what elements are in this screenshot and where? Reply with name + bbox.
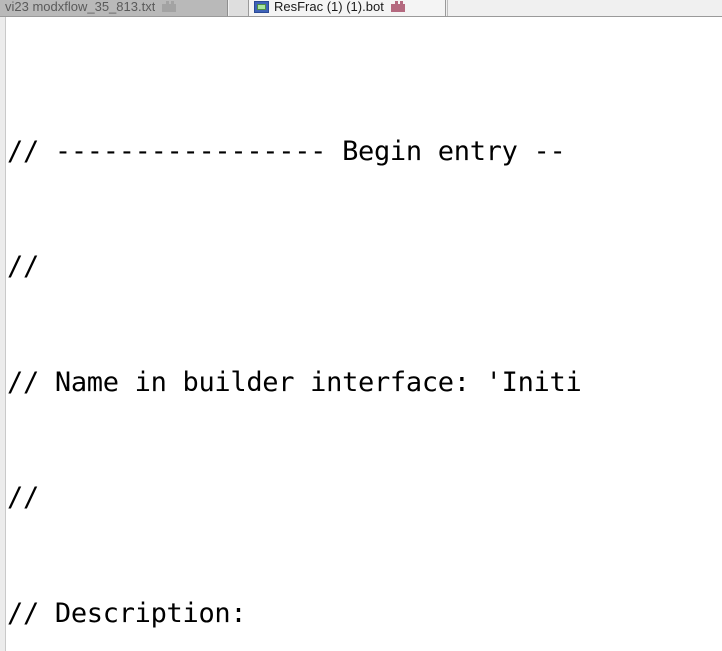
code-line-text: // ----------------- Begin entry -- — [7, 135, 566, 167]
tab-active-resfrac[interactable]: ResFrac (1) (1).bot — [248, 0, 446, 16]
code-line-text: // — [7, 251, 39, 282]
tab-bar-gap — [229, 0, 248, 16]
code-line: // Description: — [7, 595, 722, 634]
close-icon[interactable] — [162, 0, 177, 12]
code-line-text: // — [7, 482, 39, 513]
document-icon — [254, 0, 269, 13]
close-icon[interactable] — [390, 1, 405, 12]
code-line-text: // Name in builder interface: 'Initi — [7, 366, 582, 398]
editor-text-area[interactable]: // ----------------- Begin entry -- // /… — [7, 17, 722, 651]
code-line: // — [7, 248, 722, 287]
tab-inactive-modxflow[interactable]: vi23 modxflow_35_813.txt — [0, 0, 228, 16]
editor-pane[interactable]: // ----------------- Begin entry -- // /… — [0, 17, 722, 651]
code-line: // ----------------- Begin entry -- — [7, 133, 722, 172]
tab-bar-empty-area — [447, 0, 722, 16]
tab-bar: vi23 modxflow_35_813.txt ResFrac (1) (1)… — [0, 0, 722, 17]
tab-label: ResFrac (1) (1).bot — [274, 0, 384, 14]
code-line: // Name in builder interface: 'Initi — [7, 364, 722, 403]
editor-gutter — [0, 17, 6, 651]
code-line: // — [7, 479, 722, 518]
tab-label: vi23 modxflow_35_813.txt — [5, 0, 156, 14]
code-line-text: // Description: — [7, 597, 247, 629]
